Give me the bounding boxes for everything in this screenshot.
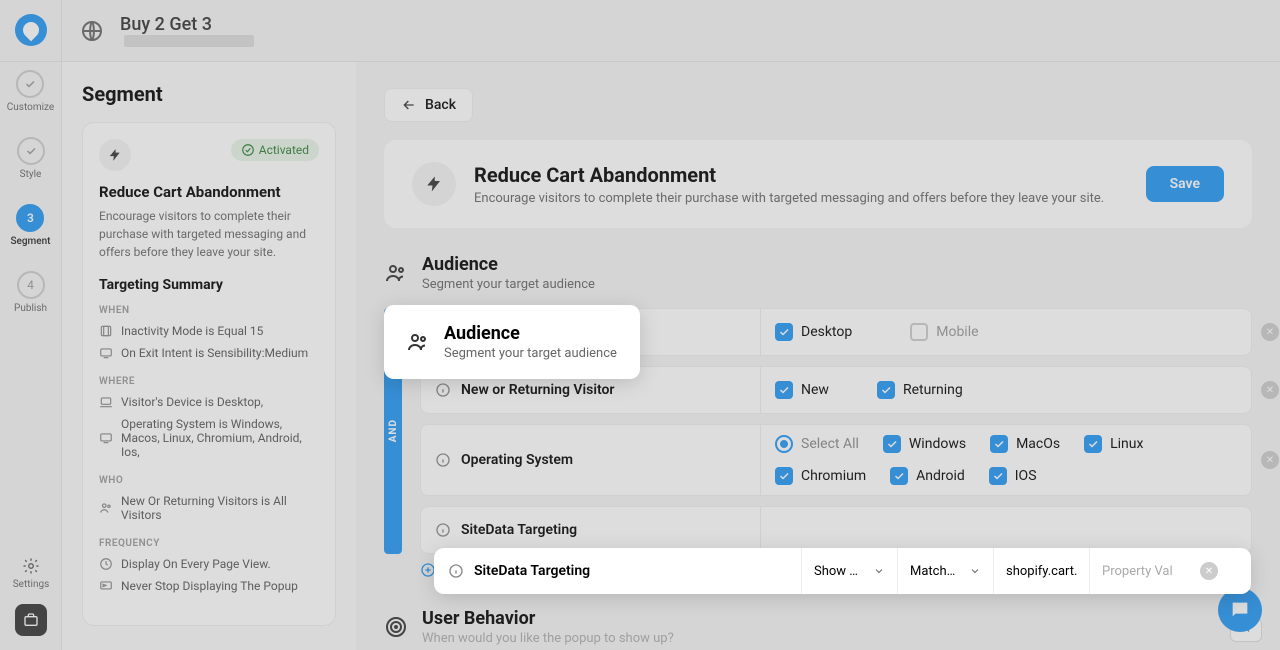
chat-icon xyxy=(1229,599,1251,621)
campaign-url-placeholder xyxy=(124,35,254,47)
step-style[interactable]: Style xyxy=(17,137,45,180)
summary-row: On Exit Intent is Sensibility:Medium xyxy=(99,346,319,360)
globe-icon xyxy=(80,19,104,43)
settings-link[interactable]: Settings xyxy=(13,557,50,590)
checkbox-windows[interactable]: Windows xyxy=(883,435,966,453)
rule-operating-system: Operating System Select All Windows MacO… xyxy=(420,424,1252,496)
people-icon xyxy=(406,330,430,354)
rule-sitedata-highlight: SiteData Targeting Show … Match… ✕ xyxy=(434,548,1251,594)
arrow-left-icon xyxy=(401,97,417,113)
remove-rule-button[interactable]: ✕ xyxy=(1200,562,1218,580)
checkbox-mobile[interactable]: Mobile xyxy=(910,323,978,341)
step-customize[interactable]: Customize xyxy=(7,70,54,113)
sitedata-match-select[interactable]: Match… xyxy=(898,548,994,594)
checkbox-linux[interactable]: Linux xyxy=(1084,435,1143,453)
left-nav-rail: Customize Style 3 Segment 4 Publish Sett… xyxy=(0,0,62,650)
save-button[interactable]: Save xyxy=(1146,166,1224,202)
checkbox-chromium[interactable]: Chromium xyxy=(775,467,866,485)
summary-row: New Or Returning Visitors is All Visitor… xyxy=(99,494,319,522)
checkbox-ios[interactable]: IOS xyxy=(989,467,1037,485)
chevron-down-icon xyxy=(873,565,885,577)
sitedata-show-select[interactable]: Show … xyxy=(802,548,898,594)
gear-icon xyxy=(22,557,40,575)
summary-row: Visitor's Device is Desktop, xyxy=(99,395,319,409)
step-segment[interactable]: 3 Segment xyxy=(10,204,50,247)
briefcase-button[interactable] xyxy=(15,604,47,636)
checkbox-desktop[interactable]: Desktop xyxy=(775,323,852,341)
checkbox-android[interactable]: Android xyxy=(890,467,965,485)
remove-rule-button[interactable]: ✕ xyxy=(1261,323,1279,341)
remove-rule-button[interactable]: ✕ xyxy=(1261,381,1279,399)
hero-card: Reduce Cart Abandonment Encourage visito… xyxy=(384,140,1252,228)
hero-title: Reduce Cart Abandonment xyxy=(474,163,1104,187)
step-publish[interactable]: 4 Publish xyxy=(14,271,47,314)
activated-badge: Activated xyxy=(231,139,319,161)
user-behavior-header: User Behavior When would you like the po… xyxy=(384,608,1252,646)
summary-row: Display On Every Page View. xyxy=(99,557,319,571)
checkbox-returning[interactable]: Returning xyxy=(877,381,963,399)
info-icon[interactable] xyxy=(435,452,451,468)
summary-card-title: Reduce Cart Abandonment xyxy=(99,183,319,201)
segment-side-panel: Segment Activated Reduce Cart Abandonmen… xyxy=(62,62,356,650)
summary-row: Operating System is Windows, Macos, Linu… xyxy=(99,417,319,459)
info-icon[interactable] xyxy=(448,563,464,579)
summary-row: Never Stop Displaying The Popup xyxy=(99,579,319,593)
audience-header: Audience Segment your target audience xyxy=(384,254,1252,292)
summary-card: Activated Reduce Cart Abandonment Encour… xyxy=(82,122,336,626)
radio-select-all[interactable]: Select All xyxy=(775,435,859,453)
target-icon xyxy=(384,615,408,639)
campaign-title: Buy 2 Get 3 xyxy=(120,14,254,35)
chevron-down-icon xyxy=(969,565,981,577)
back-button[interactable]: Back xyxy=(384,88,473,122)
bolt-icon xyxy=(412,162,456,206)
remove-rule-button[interactable]: ✕ xyxy=(1261,451,1279,469)
info-icon[interactable] xyxy=(435,522,451,538)
chat-fab[interactable] xyxy=(1218,588,1262,632)
rule-sitedata: SiteData Targeting xyxy=(420,506,1252,554)
check-circle-icon xyxy=(241,143,255,157)
hero-desc: Encourage visitors to complete their pur… xyxy=(474,191,1104,206)
sitedata-property-input[interactable] xyxy=(994,548,1090,594)
audience-header-highlight: Audience Segment your target audience xyxy=(384,305,640,379)
app-logo[interactable] xyxy=(15,14,47,46)
sitedata-value-input[interactable] xyxy=(1090,548,1186,594)
targeting-summary-heading: Targeting Summary xyxy=(99,277,319,293)
bolt-icon xyxy=(99,139,131,171)
info-icon[interactable] xyxy=(435,382,451,398)
summary-card-desc: Encourage visitors to complete their pur… xyxy=(99,207,319,261)
checkbox-macos[interactable]: MacOs xyxy=(990,435,1060,453)
panel-title: Segment xyxy=(82,82,336,106)
topbar: Buy 2 Get 3 xyxy=(0,0,1280,62)
summary-row: Inactivity Mode is Equal 15 xyxy=(99,324,319,338)
checkbox-new[interactable]: New xyxy=(775,381,829,399)
briefcase-icon xyxy=(23,612,39,628)
people-icon xyxy=(384,261,408,285)
